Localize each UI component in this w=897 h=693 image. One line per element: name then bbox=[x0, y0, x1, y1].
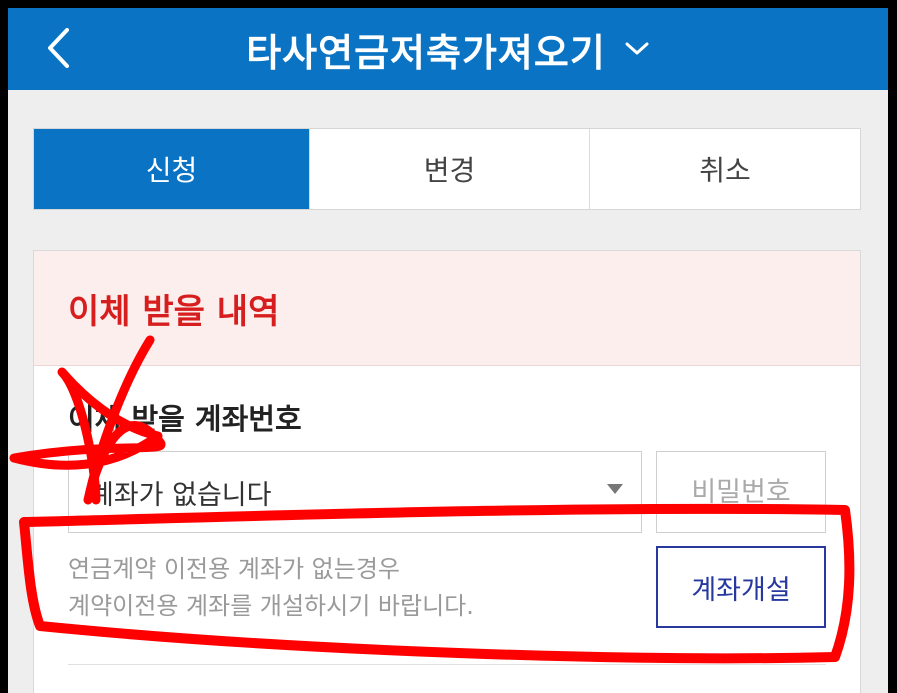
tab-change[interactable]: 변경 bbox=[309, 129, 589, 209]
app-header: 타사연금저축가져오기 bbox=[8, 8, 888, 90]
notice-line-2: 계약이전용 계좌를 개설하시기 바랍니다. bbox=[68, 592, 474, 620]
account-select-value: 계좌가 없습니다 bbox=[89, 479, 272, 511]
transfer-details-card: 이체 받을 내역 이체 받을 계좌번호 계좌가 없습니다 연금계약 이전용 계좌… bbox=[33, 250, 861, 693]
caret-down-icon bbox=[607, 484, 623, 494]
app-screen: 타사연금저축가져오기 신청 변경 취소 이체 받을 내역 이체 받을 계좌번호 … bbox=[8, 8, 888, 693]
account-select[interactable]: 계좌가 없습니다 bbox=[68, 451, 642, 533]
title-dropdown[interactable] bbox=[624, 41, 650, 57]
section-title: 이체 받을 내역 bbox=[68, 291, 280, 332]
notice-line-1: 연금계약 이전용 계좌가 없는경우 bbox=[68, 555, 401, 583]
open-account-button[interactable]: 계좌개설 bbox=[656, 546, 826, 628]
divider bbox=[68, 664, 826, 665]
tab-bar: 신청 변경 취소 bbox=[33, 128, 861, 210]
tab-cancel[interactable]: 취소 bbox=[589, 129, 860, 209]
notice-text: 연금계약 이전용 계좌가 없는경우 계약이전용 계좌를 개설하시기 바랍니다. bbox=[68, 551, 474, 625]
password-input[interactable] bbox=[656, 451, 826, 533]
chevron-down-icon bbox=[625, 42, 649, 55]
page-title: 타사연금저축가져오기 bbox=[246, 30, 606, 75]
account-number-label: 이체 받을 계좌번호 bbox=[68, 402, 302, 436]
tab-apply[interactable]: 신청 bbox=[34, 129, 309, 209]
page-title-wrap: 타사연금저축가져오기 bbox=[8, 8, 888, 90]
section-header: 이체 받을 내역 bbox=[34, 251, 860, 366]
